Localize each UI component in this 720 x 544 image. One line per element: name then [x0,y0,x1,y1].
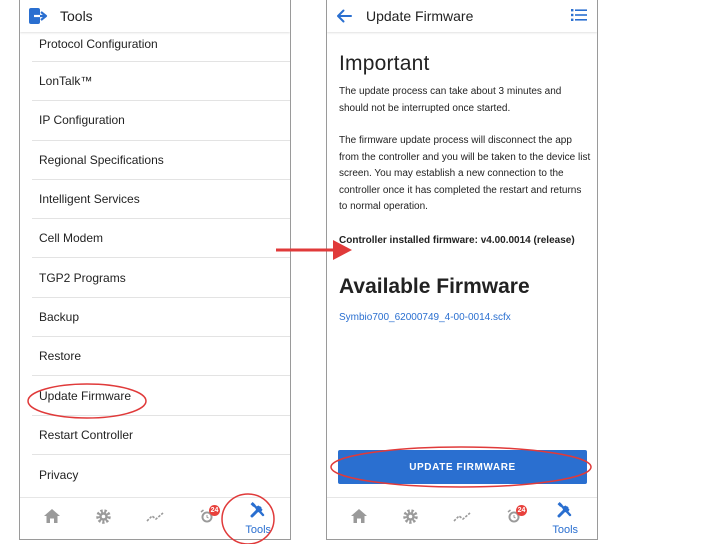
list-icon[interactable] [571,8,587,22]
menu-item-cell-modem[interactable]: Cell Modem [32,219,290,259]
tools-screen: Tools Protocol Configuration LonTalk™ IP… [19,0,291,540]
menu-item-restore[interactable]: Restore [32,337,290,377]
menu-item-restart-controller[interactable]: Restart Controller [32,416,290,455]
menu-item-regional-specifications[interactable]: Regional Specifications [32,141,290,180]
update-duration-notice: The update process can take about 3 minu… [339,86,562,114]
tools-nav-label: Tools [245,523,272,536]
nav-trends[interactable] [442,501,482,537]
menu-item-lontalk[interactable]: LonTalk™ [32,62,290,102]
update-firmware-button[interactable]: UPDATE FIRMWARE [338,450,587,484]
available-firmware-heading: Available Firmware [339,275,530,298]
update-firmware-content: Important The update process can take ab… [339,52,591,323]
bottom-nav: 24 Tools [20,497,290,539]
menu-item-privacy[interactable]: Privacy [32,455,290,494]
logout-icon[interactable] [28,7,48,25]
nav-alarms[interactable]: 24 [187,501,227,537]
alarm-count-badge: 24 [515,504,528,516]
trend-icon [146,510,164,528]
tools-icon [556,501,574,523]
nav-settings[interactable] [390,501,430,537]
menu-item-protocol-configuration[interactable]: Protocol Configuration [32,32,290,62]
home-icon [43,508,61,529]
installed-firmware-text: Controller installed firmware: v4.00.001… [339,234,575,246]
page-title: Update Firmware [366,8,474,24]
firmware-file-link[interactable]: Symbio700_62000749_4-00-0014.scfx [339,312,591,323]
menu-item-tgp2-programs[interactable]: TGP2 Programs [32,258,290,298]
bottom-nav: 24 Tools [327,497,597,539]
tools-icon [249,501,267,523]
menu-item-ip-configuration[interactable]: IP Configuration [32,101,290,141]
important-heading: Important [339,52,430,75]
home-icon [350,508,368,529]
gear-icon [95,508,112,530]
nav-home[interactable] [339,501,379,537]
tools-menu-list: Protocol Configuration LonTalk™ IP Confi… [20,32,290,494]
menu-item-intelligent-services[interactable]: Intelligent Services [32,180,290,220]
nav-tools[interactable]: Tools [238,501,278,537]
nav-home[interactable] [32,501,72,537]
update-firmware-top-bar: Update Firmware [327,0,597,32]
nav-settings[interactable] [83,501,123,537]
disconnect-notice: The firmware update process will disconn… [339,135,591,212]
nav-tools[interactable]: Tools [545,501,585,537]
menu-item-update-firmware[interactable]: Update Firmware [32,376,290,416]
nav-alarms[interactable]: 24 [494,501,534,537]
menu-item-backup[interactable]: Backup [32,298,290,338]
alarm-count-badge: 24 [208,504,221,516]
tools-top-bar: Tools [20,0,290,32]
page-title: Tools [60,8,93,24]
tools-nav-label: Tools [552,523,579,536]
trend-icon [453,510,471,528]
gear-icon [402,508,419,530]
back-arrow-icon[interactable] [336,9,352,23]
update-firmware-screen: Update Firmware Important The update pro… [326,0,598,540]
nav-trends[interactable] [135,501,175,537]
